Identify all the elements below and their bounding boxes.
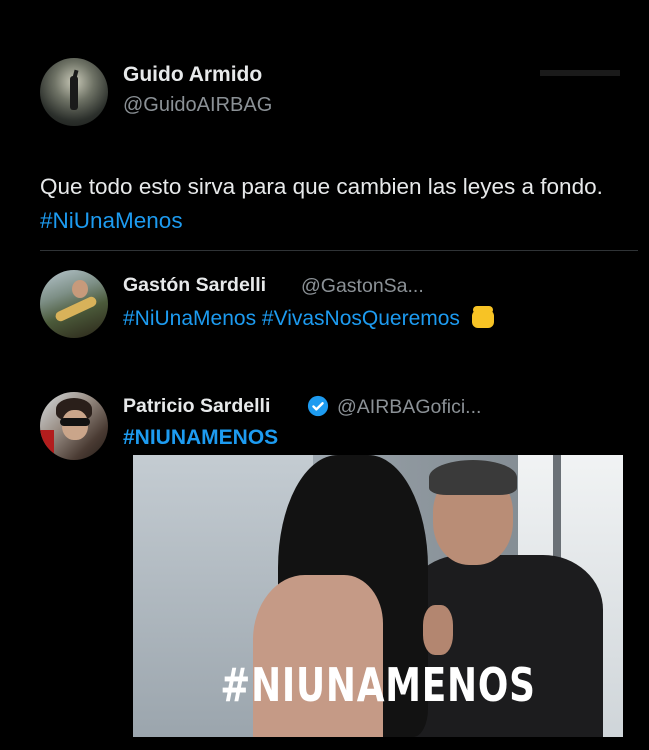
author-handle[interactable]: @GuidoAIRBAG — [123, 94, 272, 117]
author-name[interactable]: Gastón Sardelli — [123, 274, 266, 297]
author-name[interactable]: Guido Armido — [123, 63, 262, 87]
reply-text: #NiUnaMenos #VivasNosQueremos — [123, 304, 496, 331]
author-handle[interactable]: @GastonSa... — [301, 275, 424, 298]
avatar[interactable] — [40, 58, 108, 126]
hashtag-link[interactable]: #NiUnaMenos #VivasNosQueremos — [123, 307, 460, 330]
hashtag-link[interactable]: #NiUnaMenos — [40, 208, 183, 233]
divider — [40, 250, 638, 251]
media-image[interactable]: #NIUNAMENOS — [133, 455, 623, 737]
author-handle[interactable]: @AIRBAGofici... — [337, 396, 481, 419]
hashtag-link[interactable]: #NIUNAMENOS — [123, 426, 278, 449]
avatar[interactable] — [40, 270, 108, 338]
author-name[interactable]: Patricio Sardelli — [123, 395, 270, 418]
fist-icon — [470, 304, 496, 330]
avatar[interactable] — [40, 392, 108, 460]
reply-text: #NIUNAMENOS — [123, 426, 278, 450]
verified-badge-icon — [307, 395, 329, 417]
media-caption: #NIUNAMENOS — [220, 658, 536, 712]
tweet-text: Que todo esto sirva para que cambien las… — [40, 170, 640, 238]
tweet-body: Que todo esto sirva para que cambien las… — [40, 174, 603, 199]
blurred-area — [540, 70, 620, 76]
